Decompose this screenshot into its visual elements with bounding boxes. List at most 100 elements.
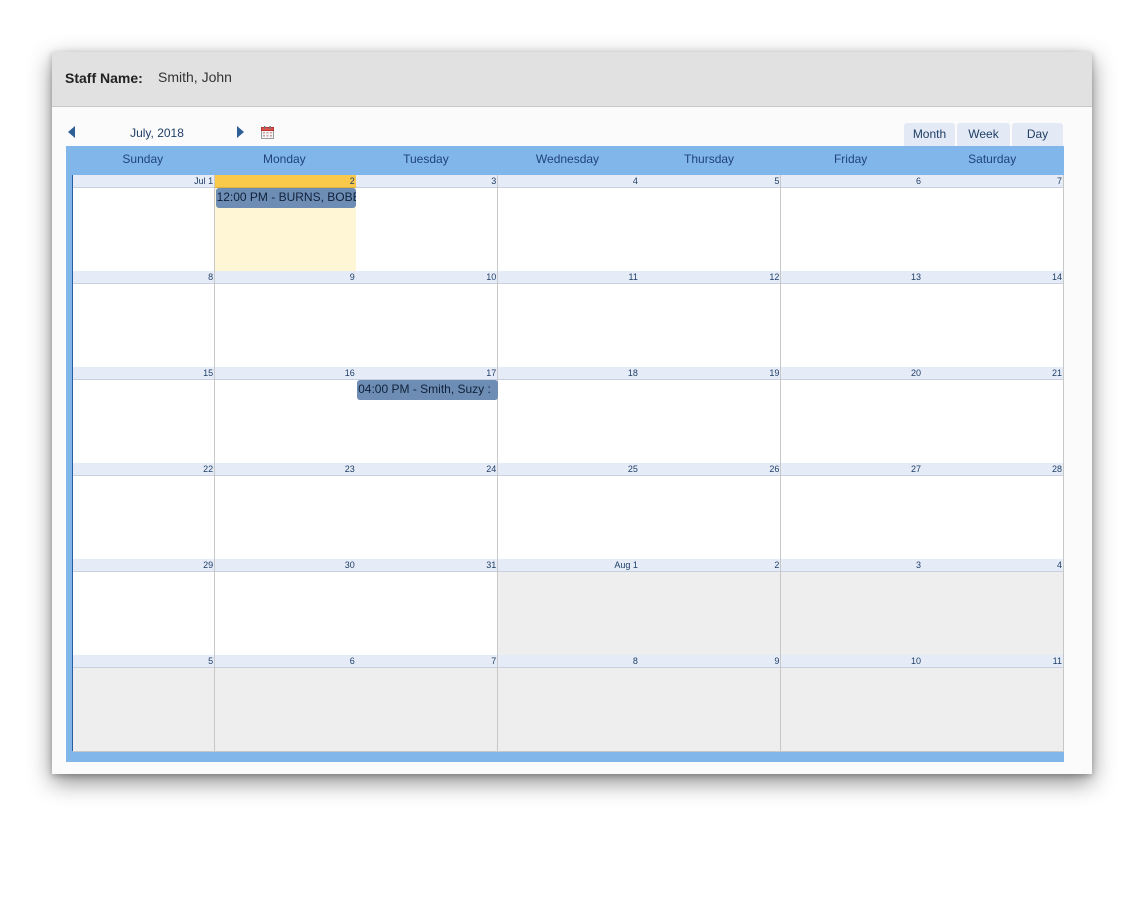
day-number[interactable]: 7 (922, 175, 1063, 188)
day-number[interactable]: 2 (214, 175, 356, 188)
scheduler-panel: Staff Name: Smith, John July, 2018 Month… (52, 52, 1092, 774)
day-number[interactable]: 10 (780, 655, 922, 668)
day-number[interactable]: 13 (780, 271, 922, 284)
day-number[interactable]: 19 (639, 367, 781, 380)
day-cell[interactable]: 7 (356, 655, 499, 752)
day-cell[interactable]: 23 (214, 463, 357, 560)
day-number[interactable]: 24 (356, 463, 498, 476)
day-cell[interactable]: 16 (214, 367, 357, 464)
day-cell[interactable]: 3 (356, 175, 499, 272)
calendar-icon[interactable] (261, 126, 274, 139)
day-cell[interactable]: 20 (780, 367, 923, 464)
day-number[interactable]: 17 (356, 367, 498, 380)
day-number[interactable]: 9 (214, 271, 356, 284)
day-cell[interactable]: 10 (780, 655, 923, 752)
weekday-wednesday: Wednesday (535, 152, 600, 166)
day-cell[interactable]: 4 (497, 175, 640, 272)
day-cell[interactable]: Aug 1 (497, 559, 640, 656)
day-cell[interactable]: 25 (497, 463, 640, 560)
tab-week-label: Week (968, 127, 999, 141)
day-number[interactable]: 8 (73, 271, 215, 284)
day-number[interactable]: 27 (780, 463, 922, 476)
day-cell[interactable]: 11 (922, 655, 1064, 752)
day-number[interactable]: 30 (214, 559, 356, 572)
day-cell[interactable]: 24 (356, 463, 499, 560)
day-number[interactable]: 6 (780, 175, 922, 188)
day-number[interactable]: Jul 1 (73, 175, 215, 188)
day-number[interactable]: Aug 1 (497, 559, 639, 572)
tab-day[interactable]: Day (1012, 123, 1063, 146)
weekday-sunday: Sunday (122, 152, 164, 166)
day-number[interactable]: 16 (214, 367, 356, 380)
day-number[interactable]: 28 (922, 463, 1063, 476)
day-cell[interactable]: 6 (214, 655, 357, 752)
day-number[interactable]: 2 (639, 559, 781, 572)
day-cell[interactable]: 3 (780, 559, 923, 656)
tab-month-label: Month (912, 127, 947, 141)
day-number[interactable]: 7 (356, 655, 498, 668)
day-cell[interactable]: 7 (922, 175, 1064, 272)
tab-day-label: Day (1026, 127, 1049, 141)
day-cell[interactable]: 2 (639, 559, 782, 656)
day-cell[interactable]: 9 (639, 655, 782, 752)
day-number[interactable]: 9 (639, 655, 781, 668)
day-number[interactable]: 8 (497, 655, 639, 668)
next-month-icon[interactable] (237, 126, 244, 138)
day-number[interactable]: 18 (497, 367, 639, 380)
day-number[interactable]: 6 (214, 655, 356, 668)
day-cell[interactable]: 27 (780, 463, 923, 560)
day-number[interactable]: 21 (922, 367, 1063, 380)
day-cell[interactable]: 15 (73, 367, 216, 464)
day-cell[interactable]: 26 (639, 463, 782, 560)
day-number[interactable]: 5 (73, 655, 215, 668)
tab-month[interactable]: Month (904, 123, 955, 146)
day-cell[interactable]: 8 (73, 271, 216, 368)
day-cell[interactable]: 8 (497, 655, 640, 752)
day-number[interactable]: 10 (356, 271, 498, 284)
day-number[interactable]: 14 (922, 271, 1063, 284)
weekday-header-row: Sunday Monday Tuesday Wednesday Thursday Frid… (66, 146, 1064, 175)
day-cell[interactable]: 10 (356, 271, 499, 368)
day-cell[interactable]: Jul 1 (73, 175, 216, 272)
day-cell[interactable]: 22 (73, 463, 216, 560)
day-number[interactable]: 11 (497, 271, 639, 284)
day-number[interactable]: 31 (356, 559, 498, 572)
day-cell[interactable]: 5 (73, 655, 216, 752)
month-grid: Jul 1 2 3 4 5 6 7 8 9 10 11 12 13 14 15 16 17 18 19 20 21 22 2… (72, 175, 1064, 752)
month-title: July, 2018 (130, 126, 184, 140)
appointment-event[interactable]: 12:00 PM - BURNS, BOBB (215, 188, 357, 208)
day-cell[interactable]: 4 (922, 559, 1064, 656)
day-cell[interactable]: 11 (497, 271, 640, 368)
day-number[interactable]: 15 (73, 367, 215, 380)
day-number[interactable]: 3 (356, 175, 498, 188)
day-number[interactable]: 5 (639, 175, 781, 188)
day-cell[interactable]: 9 (214, 271, 357, 368)
day-number[interactable]: 11 (922, 655, 1063, 668)
day-cell[interactable]: 14 (922, 271, 1064, 368)
day-number[interactable]: 12 (639, 271, 781, 284)
appointment-event[interactable]: 04:00 PM - Smith, Suzy : (357, 380, 498, 400)
day-cell[interactable]: 29 (73, 559, 216, 656)
day-cell[interactable]: 21 (922, 367, 1064, 464)
previous-month-icon[interactable] (68, 126, 75, 138)
day-cell[interactable]: 31 (356, 559, 499, 656)
day-cell[interactable]: 19 (639, 367, 782, 464)
day-number[interactable]: 4 (497, 175, 639, 188)
day-cell[interactable]: 18 (497, 367, 640, 464)
day-number[interactable]: 25 (497, 463, 639, 476)
day-number[interactable]: 20 (780, 367, 922, 380)
day-cell[interactable]: 5 (639, 175, 782, 272)
day-cell[interactable]: 30 (214, 559, 357, 656)
day-number[interactable]: 22 (73, 463, 215, 476)
day-cell[interactable]: 12 (639, 271, 782, 368)
weekday-saturday: Saturday (968, 152, 1017, 166)
day-cell[interactable]: 13 (780, 271, 923, 368)
day-number[interactable]: 3 (780, 559, 922, 572)
day-number[interactable]: 23 (214, 463, 356, 476)
day-number[interactable]: 4 (922, 559, 1063, 572)
day-number[interactable]: 29 (73, 559, 215, 572)
day-cell[interactable]: 6 (780, 175, 923, 272)
tab-week[interactable]: Week (957, 123, 1010, 146)
day-number[interactable]: 26 (639, 463, 781, 476)
day-cell[interactable]: 28 (922, 463, 1064, 560)
